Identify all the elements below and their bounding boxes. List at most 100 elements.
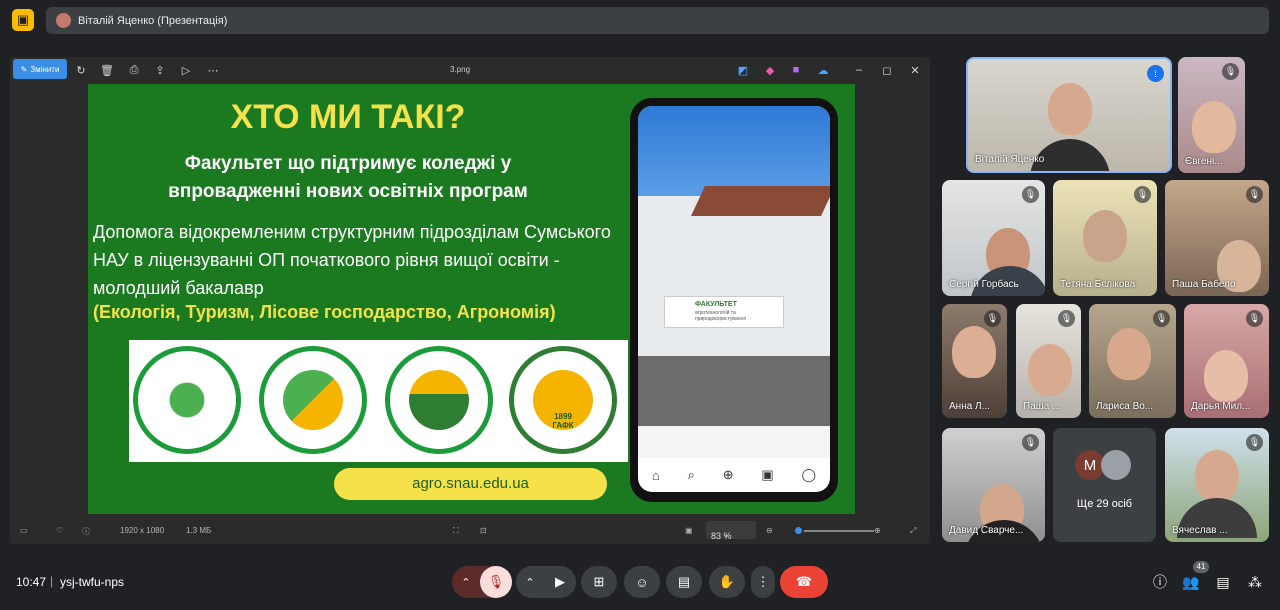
favorite-icon[interactable]: ♡	[56, 526, 63, 535]
viewer-toolbar: ✎ Змінити ↻ 🗑 ⎙ ⇪ ▷ ⋯ 3.png ◩ ◆ ■ ☁ – ◻ …	[10, 57, 930, 83]
more-participants-tile[interactable]: М Ще 29 осіб	[1053, 428, 1156, 542]
add-icon: ⊕	[722, 467, 734, 482]
edit-label: Змінити	[30, 64, 60, 74]
zoom-out-icon[interactable]: ⊖	[766, 526, 773, 535]
participant-tile[interactable]: 🎙 Давид Сварче...	[942, 428, 1045, 542]
slide-subtitle: Факультет що підтримує коледжі у впровад…	[168, 153, 528, 202]
delete-icon[interactable]: 🗑	[100, 63, 114, 77]
frame-icon[interactable]: ▣	[685, 526, 693, 535]
logo-abbr: ГАФК	[552, 421, 574, 430]
image-dimensions: 1920 x 1080	[120, 526, 165, 535]
designer-icon[interactable]: ◆	[763, 63, 777, 77]
participant-name: Вячеслав ...	[1172, 525, 1228, 536]
participant-tile[interactable]: 🎙 Паша ...	[1016, 304, 1081, 418]
people-icon[interactable]: 👥	[1182, 573, 1200, 591]
participant-tile[interactable]: 🎙 Євгені...	[1178, 57, 1245, 173]
phone-mockup: ФАКУЛЬТЕТ агротехнологій та природокорис…	[630, 98, 838, 502]
activities-icon[interactable]: ⁂	[1246, 573, 1264, 591]
participant-video	[1028, 344, 1072, 396]
sign-subtitle: агротехнологій та природокористування	[695, 310, 746, 322]
mic-off-icon: 🎙	[1022, 186, 1039, 203]
raise-hand-button[interactable]: ✋	[709, 566, 745, 598]
fullscreen-icon[interactable]: ⤢	[910, 526, 916, 536]
participant-tile[interactable]: ⁞ Віталій Яценко	[966, 57, 1172, 173]
edit-button[interactable]: ✎ Змінити	[13, 59, 67, 79]
hlukhiv-college-logo: 1899 ГАФК	[509, 346, 617, 454]
stairs	[638, 356, 830, 426]
participant-video	[1195, 450, 1239, 502]
camera-icon[interactable]: ▶	[544, 574, 576, 590]
maximize-icon[interactable]: ◻	[880, 63, 894, 77]
mic-off-icon[interactable]: 🎙	[480, 566, 512, 598]
mic-off-icon: 🎙	[1134, 186, 1151, 203]
participant-name: Дарья Мил...	[1191, 401, 1251, 412]
clipchamp-icon[interactable]: ■	[789, 63, 803, 77]
participant-tile[interactable]: 🎙 Лариса Во...	[1089, 304, 1176, 418]
file-name: 3.png	[450, 65, 471, 74]
okhtyrka-college-logo	[385, 346, 493, 454]
participant-video	[952, 326, 996, 378]
zoom-select[interactable]: 83 % ⌄	[706, 521, 756, 541]
minimize-icon[interactable]: –	[852, 63, 866, 77]
phone-nav-bar: ⌂ ⌕ ⊕ ▣ ◯	[638, 458, 830, 492]
info-icon[interactable]: ⓘ	[1151, 573, 1169, 591]
participant-tile[interactable]: 🎙 Сергій Горбась	[942, 180, 1045, 296]
chevron-up-icon[interactable]: ⌃	[452, 576, 480, 589]
onedrive-icon[interactable]: ☁	[816, 63, 830, 77]
presenter-label: Віталій Яценко (Презентація)	[78, 14, 228, 27]
close-icon[interactable]: ✕	[908, 63, 922, 77]
participant-video	[1204, 350, 1248, 402]
slide-body: Допомога відокремленим структурним підро…	[93, 222, 611, 298]
participant-name: Паша Бабело	[1172, 279, 1236, 290]
more-options-button[interactable]: ⋮	[751, 566, 775, 598]
mic-off-icon: 🎙	[1246, 434, 1263, 451]
captions-button[interactable]: ▤	[666, 566, 702, 598]
zoom-in-icon[interactable]: ⊕	[874, 526, 881, 535]
fit-icon[interactable]: ⛶	[453, 526, 459, 536]
participant-name: Давид Сварче...	[949, 525, 1024, 536]
mic-off-icon: 🎙	[1246, 310, 1263, 327]
zoom-slider-thumb[interactable]	[793, 525, 804, 536]
info-icon[interactable]: ⓘ	[82, 526, 90, 537]
image-viewer-window: ✎ Змінити ↻ 🗑 ⎙ ⇪ ▷ ⋯ 3.png ◩ ◆ ■ ☁ – ◻ …	[10, 57, 930, 544]
avatar	[1101, 450, 1131, 480]
speaking-indicator-icon: ⁞	[1147, 65, 1164, 82]
chat-icon[interactable]: ▤	[1214, 573, 1232, 591]
participant-tile[interactable]: 🎙 Дарья Мил...	[1184, 304, 1269, 418]
present-button[interactable]: ⊞	[581, 566, 617, 598]
more-options-icon[interactable]: ⋯	[206, 63, 220, 77]
chevron-up-icon[interactable]: ⌃	[516, 576, 544, 589]
participant-tile[interactable]: 🎙 Вячеслав ...	[1165, 428, 1269, 542]
home-icon: ⌂	[651, 467, 660, 483]
filmstrip-icon[interactable]: ▭	[20, 526, 28, 535]
participant-video	[1048, 83, 1092, 135]
participant-tile[interactable]: 🎙 Анна Л...	[942, 304, 1007, 418]
participant-tile[interactable]: 🎙 Тетяна Бєлікова	[1053, 180, 1157, 296]
participant-tile[interactable]: 🎙 Паша Бабело	[1165, 180, 1269, 296]
participant-video	[1083, 210, 1127, 262]
mic-control[interactable]: ⌃ 🎙	[452, 566, 512, 598]
viewer-status-bar: ▭ ♡ ⓘ 1920 x 1080 1.3 МБ ⛶ ⊡ ▣ 83 % ⌄ ⊖ …	[10, 516, 930, 544]
rotate-icon[interactable]: ↻	[74, 63, 88, 77]
leave-call-button[interactable]: ☎	[780, 566, 828, 598]
slide-programs: (Екологія, Туризм, Лісове господарство, …	[93, 302, 556, 322]
reactions-button[interactable]: ☺	[624, 566, 660, 598]
mic-off-icon: 🎙	[1153, 310, 1170, 327]
camera-control[interactable]: ⌃ ▶	[516, 566, 576, 598]
presentation-icon[interactable]: ▣	[12, 9, 34, 31]
edit-photo-icon[interactable]: ◩	[736, 63, 750, 77]
actual-size-icon[interactable]: ⊡	[480, 526, 487, 535]
more-vert-icon: ⋮	[756, 574, 770, 589]
share-icon[interactable]: ⇪	[153, 63, 167, 77]
zoom-slider-track[interactable]	[796, 530, 874, 532]
participant-video	[1192, 101, 1236, 153]
participant-name: Євгені...	[1185, 156, 1223, 167]
mala-vyska-college-logo	[259, 346, 367, 454]
chevron-down-icon: ⌄	[723, 532, 729, 539]
slideshow-icon[interactable]: ▷	[179, 63, 193, 77]
college-logos: 1899 ГАФК	[129, 340, 628, 462]
people-count-badge: 41	[1193, 561, 1209, 573]
presenter-banner: Віталій Яценко (Презентація)	[46, 7, 1269, 34]
print-icon[interactable]: ⎙	[127, 63, 141, 77]
participant-name: Тетяна Бєлікова	[1060, 279, 1136, 290]
